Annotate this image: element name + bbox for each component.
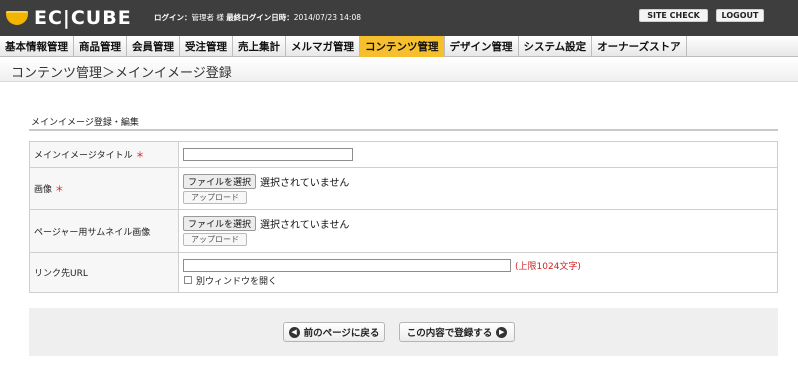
thumb-file-row: ファイルを選択 選択されていません <box>183 216 777 231</box>
login-user: 管理者 様 <box>191 13 224 22</box>
thumb-value-cell: ファイルを選択 選択されていません アップロード <box>178 209 778 253</box>
nav-item-contents[interactable]: コンテンツ管理 <box>360 36 445 57</box>
submit-button[interactable]: この内容で登録する ▶ <box>399 322 515 342</box>
action-bar: ◀ 前のページに戻る この内容で登録する ▶ <box>29 308 778 356</box>
url-limit-note: (上限1024文字) <box>515 261 581 272</box>
new-window-label[interactable]: 別ウィンドウを開く <box>196 274 277 287</box>
thumb-label: ページャー用サムネイル画像 <box>34 227 151 238</box>
back-button[interactable]: ◀ 前のページに戻る <box>283 322 385 342</box>
last-login-label: 最終ログイン日時： <box>226 13 294 22</box>
form-row-image: 画像 ＊ ファイルを選択 選択されていません アップロード <box>29 167 778 210</box>
page-title-bar: コンテンツ管理＞メインイメージ登録 <box>0 58 798 82</box>
title-label-cell: メインイメージタイトル ＊ <box>29 141 179 168</box>
submit-button-label: この内容で登録する <box>406 328 493 339</box>
title-input[interactable] <box>183 147 353 161</box>
nav-item-owners-store[interactable]: オーナーズストア <box>592 36 687 57</box>
url-value-cell: (上限1024文字) 別ウィンドウを開く <box>178 252 778 293</box>
login-label: ログイン： <box>154 13 192 22</box>
form-row-thumbnail: ページャー用サムネイル画像 ファイルを選択 選択されていません アップロード <box>29 209 778 253</box>
section-title: メインイメージ登録・編集 <box>31 118 139 128</box>
nav-item-sales[interactable]: 売上集計 <box>233 36 286 57</box>
back-button-label: 前のページに戻る <box>303 328 380 339</box>
image-file-row: ファイルを選択 選択されていません <box>183 173 777 189</box>
thumb-upload-button[interactable]: アップロード <box>183 233 247 246</box>
last-login-value: 2014/07/23 14:08 <box>293 13 362 22</box>
bowl-logo-icon <box>6 11 28 25</box>
image-file-status: 選択されていません <box>260 177 350 189</box>
image-label: 画像 <box>34 185 53 195</box>
form-row-url: リンク先URL (上限1024文字) 別ウィンドウを開く <box>29 252 778 293</box>
login-info: ログイン：管理者 様 最終ログイン日時：2014/07/23 14:08 <box>154 12 361 23</box>
image-label-cell: 画像 ＊ <box>29 167 179 210</box>
thumb-file-select-button[interactable]: ファイルを選択 <box>183 216 257 231</box>
main-nav: 基本情報管理 商品管理 会員管理 受注管理 売上集計 メルマガ管理 コンテンツ管… <box>0 36 798 57</box>
thumb-label-cell: ページャー用サムネイル画像 <box>29 209 179 253</box>
url-label: リンク先URL <box>34 269 88 279</box>
required-mark: ＊ <box>54 185 64 195</box>
eccube-logo[interactable]: EC|CUBE <box>6 7 132 29</box>
logo-text: EC|CUBE <box>34 7 132 29</box>
main-image-form: メインイメージタイトル ＊ 画像 ＊ ファイルを選択 選択されていません アップ… <box>29 141 778 293</box>
image-value-cell: ファイルを選択 選択されていません アップロード <box>178 167 778 210</box>
thumb-file-status: 選択されていません <box>260 220 350 231</box>
section-divider <box>29 129 778 131</box>
required-mark: ＊ <box>135 151 145 161</box>
nav-item-system[interactable]: システム設定 <box>519 36 593 57</box>
nav-item-design[interactable]: デザイン管理 <box>445 36 519 57</box>
url-input-row: (上限1024文字) <box>183 258 777 272</box>
nav-item-mailmagazine[interactable]: メルマガ管理 <box>286 36 360 57</box>
title-label: メインイメージタイトル <box>34 151 133 161</box>
title-value-cell <box>178 141 778 168</box>
form-row-title: メインイメージタイトル ＊ <box>29 141 778 168</box>
image-file-select-button[interactable]: ファイルを選択 <box>183 173 257 189</box>
arrow-left-circle-icon: ◀ <box>288 326 300 338</box>
nav-item-orders[interactable]: 受注管理 <box>180 36 233 57</box>
nav-item-products[interactable]: 商品管理 <box>74 36 127 57</box>
nav-item-customers[interactable]: 会員管理 <box>127 36 180 57</box>
url-input[interactable] <box>183 258 511 272</box>
nav-item-basic-info[interactable]: 基本情報管理 <box>0 36 74 57</box>
image-upload-button[interactable]: アップロード <box>183 190 247 204</box>
url-label-cell: リンク先URL <box>29 252 179 293</box>
new-window-row: 別ウィンドウを開く <box>183 274 777 287</box>
logout-button[interactable]: LOGOUT <box>716 9 764 22</box>
top-header: EC|CUBE ログイン：管理者 様 最終ログイン日時：2014/07/23 1… <box>0 0 798 36</box>
page-title: コンテンツ管理＞メインイメージ登録 <box>11 66 232 81</box>
new-window-checkbox[interactable] <box>184 276 192 284</box>
arrow-right-circle-icon: ▶ <box>496 326 508 338</box>
site-check-button[interactable]: SITE CHECK <box>639 9 708 22</box>
